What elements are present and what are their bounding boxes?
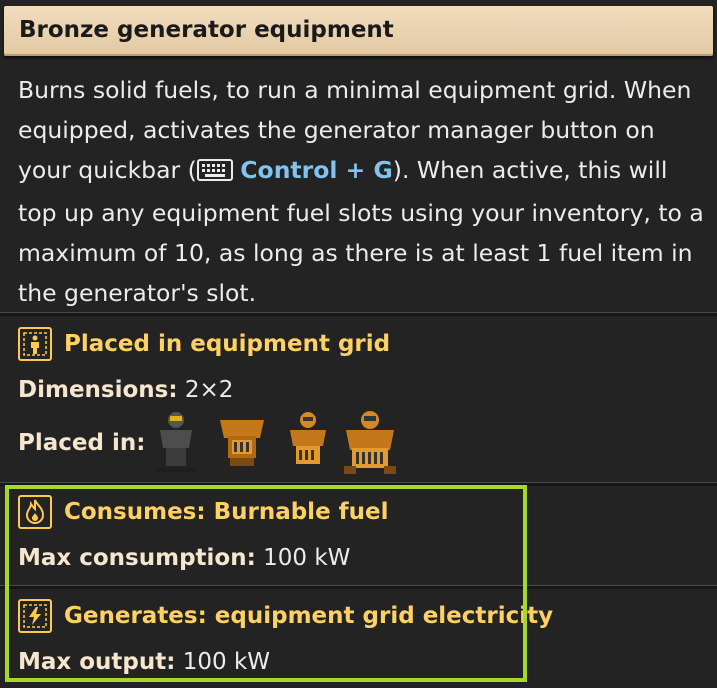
placement-heading: Placed in equipment grid [18,327,390,361]
dimensions-label: Dimensions: [18,377,178,403]
placed-in-row: Placed in: [18,430,145,456]
placement-heading-label: Placed in equipment grid [64,331,391,357]
power-armor-icon[interactable] [342,410,398,480]
dimensions-row: Dimensions: 2×2 [18,377,233,403]
tooltip-titlebar: Bronze generator equipment [4,6,713,56]
item-description: Burns solid fuels, to run a minimal equi… [18,70,708,313]
tooltip-title: Bronze generator equipment [19,17,394,43]
light-armor-icon[interactable] [152,410,200,476]
highlight-box [5,485,527,682]
item-tooltip: Bronze generator equipment Burns solid f… [0,0,717,688]
heavy-armor-icon[interactable] [214,410,270,476]
modular-armor-icon[interactable] [284,410,332,476]
equipment-grid-icon [18,327,52,361]
keyboard-icon [196,153,233,193]
dimensions-value: 2×2 [184,377,234,403]
keybind-text: Control + G [240,156,393,184]
placed-in-label: Placed in: [18,430,146,456]
section-divider [0,312,717,316]
